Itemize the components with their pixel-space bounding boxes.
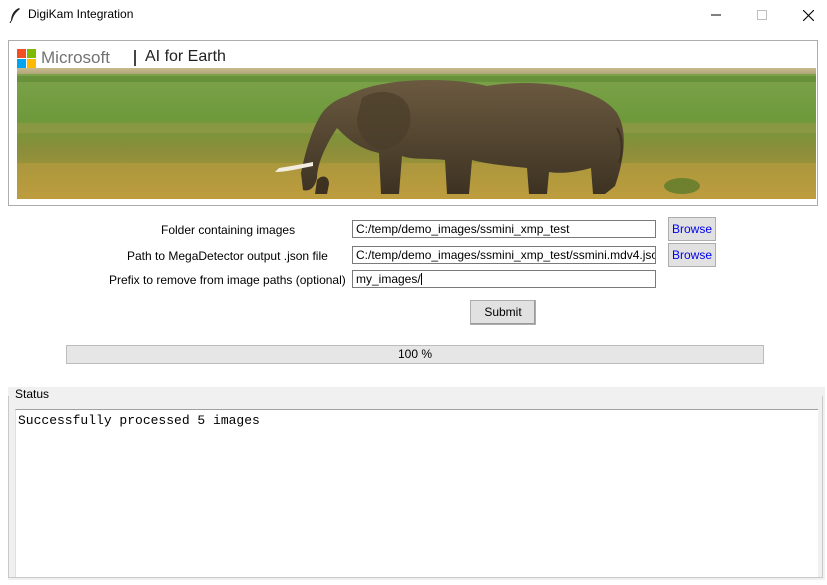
- status-textbox[interactable]: Successfully processed 5 images: [15, 409, 818, 577]
- text-cursor: [420, 273, 422, 285]
- status-message: Successfully processed 5 images: [18, 413, 260, 428]
- banner-frame: Microsoft AI for Earth: [8, 40, 818, 206]
- product-name: AI for Earth: [145, 48, 226, 65]
- json-file-input[interactable]: C:/temp/demo_images/ssmini_xmp_test/ssmi…: [352, 246, 656, 264]
- images-folder-browse-button[interactable]: Browse: [668, 217, 716, 241]
- progress-text: 100 %: [397, 347, 433, 361]
- logo-divider: [134, 50, 136, 66]
- minimize-button[interactable]: [693, 0, 739, 30]
- json-file-label: Path to MegaDetector output .json file: [127, 249, 328, 263]
- prefix-input[interactable]: my_images/: [352, 270, 656, 288]
- maximize-button[interactable]: [739, 0, 785, 30]
- minimize-icon: [711, 14, 721, 16]
- feather-icon: [9, 8, 20, 23]
- microsoft-logo-icon: [17, 49, 36, 68]
- logo-row: Microsoft AI for Earth: [17, 46, 816, 68]
- images-folder-input[interactable]: C:/temp/demo_images/ssmini_xmp_test: [352, 220, 656, 238]
- close-icon: [802, 9, 814, 21]
- banner-image: Microsoft AI for Earth: [17, 46, 816, 199]
- title-bar: DigiKam Integration: [0, 0, 827, 30]
- prefix-label: Prefix to remove from image paths (optio…: [109, 273, 346, 287]
- progress-bar: 100 %: [66, 345, 764, 364]
- client-area: Microsoft AI for Earth Folder containing…: [0, 30, 827, 585]
- window-title: DigiKam Integration: [28, 7, 134, 21]
- brand-name: Microsoft: [41, 48, 110, 67]
- prefix-value: my_images/: [356, 272, 421, 286]
- json-file-browse-button[interactable]: Browse: [668, 243, 716, 267]
- status-group: Status Successfully processed 5 images: [8, 387, 825, 580]
- images-folder-label: Folder containing images: [161, 223, 296, 237]
- elephant-photo: [17, 68, 816, 199]
- status-legend: Status: [14, 387, 51, 401]
- maximize-icon: [757, 10, 767, 20]
- submit-button[interactable]: Submit: [470, 300, 536, 325]
- close-button[interactable]: [785, 0, 827, 30]
